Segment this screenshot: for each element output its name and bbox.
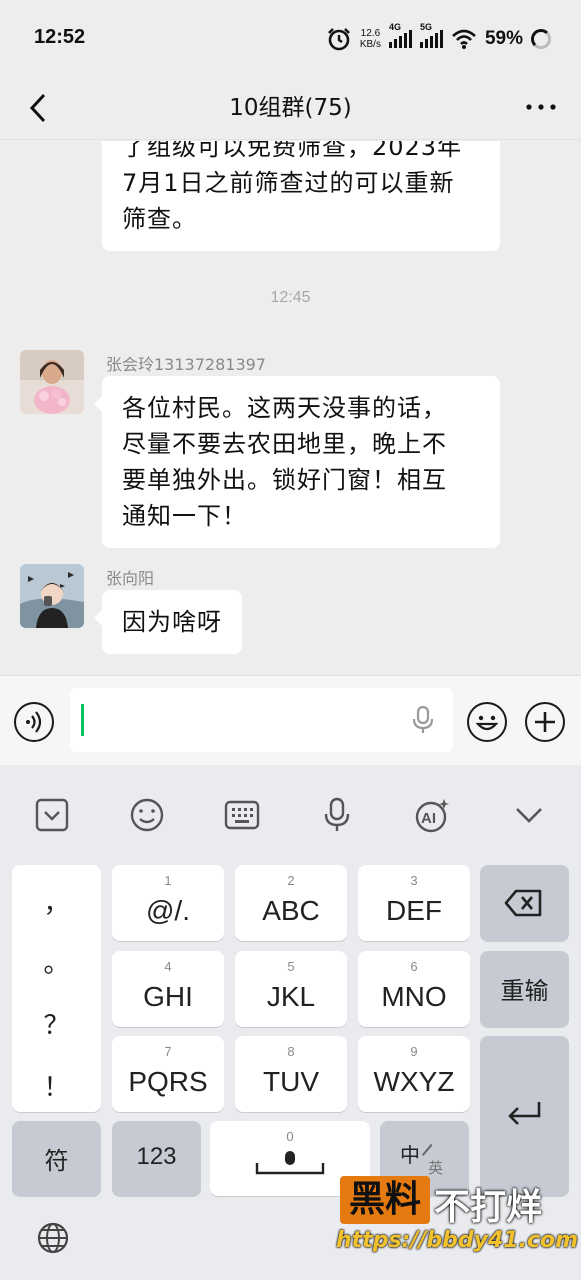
enter-key[interactable]: [480, 1036, 569, 1196]
space-mic-icon: [255, 1151, 325, 1175]
punctuation-key[interactable]: ，: [12, 883, 101, 920]
t9-key-2[interactable]: 2 ABC: [235, 865, 347, 941]
signal-4g-icon: 4G: [388, 22, 412, 48]
t9-key-5[interactable]: 5 JKL: [235, 951, 347, 1027]
sender-name: 张会玲13137281397: [106, 355, 266, 374]
status-bar: 12:52 12.6 KB/s 4G 5G 59%: [0, 0, 581, 78]
text-caret: [81, 704, 84, 736]
message-line: 7月1日之前筛查过的可以重新: [122, 169, 455, 197]
sender-name: 张向阳: [106, 569, 155, 588]
avatar[interactable]: [20, 564, 84, 628]
punctuation-key[interactable]: ？: [12, 1005, 101, 1042]
backspace-icon: [504, 889, 542, 917]
message-input[interactable]: [70, 688, 453, 752]
punctuation-key[interactable]: ！: [12, 1067, 101, 1104]
watermark-text: 不打烊: [434, 1187, 543, 1228]
t9-key-3[interactable]: 3 DEF: [358, 865, 470, 941]
more-dots-icon[interactable]: [523, 92, 559, 122]
wifi-icon: [452, 29, 476, 49]
svg-text:AI: AI: [421, 810, 436, 827]
message-line: 因为啥呀: [122, 608, 222, 636]
t9-key-8[interactable]: 8 TUV: [235, 1036, 347, 1112]
battery-level: 59%: [484, 28, 523, 49]
t9-key-7[interactable]: 7 PQRS: [112, 1036, 224, 1112]
symbol-key[interactable]: 符: [12, 1121, 101, 1196]
message-timestamp: 12:45: [270, 289, 311, 306]
alarm-icon: [327, 28, 350, 51]
enter-icon: [508, 1102, 541, 1125]
chat-header: 10组群(75): [0, 78, 581, 140]
network-speed: 12.6 KB/s: [359, 28, 381, 50]
status-icons: 12.6 KB/s 4G 5G 59%: [326, 22, 551, 54]
emoji-icon[interactable]: [127, 795, 167, 835]
emoji-icon[interactable]: [467, 702, 507, 742]
keyboard-hide-icon[interactable]: [32, 795, 72, 835]
punctuation-panel[interactable]: ， 。 ？ ！: [12, 865, 101, 1112]
message-line: 通知一下！: [122, 502, 247, 530]
status-time: 12:52: [34, 26, 86, 48]
backspace-key[interactable]: [480, 865, 569, 941]
t9-key-4[interactable]: 4 GHI: [112, 951, 224, 1027]
punctuation-key[interactable]: 。: [12, 943, 101, 980]
message-list[interactable]: 了组级可以免费筛查，2023年 7月1日之前筛查过的可以重新 筛查。 12:45…: [0, 141, 581, 675]
message-line: 要单独外出。锁好门窗！相互: [122, 466, 447, 494]
watermark-url: https://bbdy41.com: [336, 1228, 579, 1253]
avatar[interactable]: [20, 350, 84, 414]
message-bubble[interactable]: 了组级可以免费筛查，2023年 7月1日之前筛查过的可以重新 筛查。: [102, 141, 500, 251]
message-bubble[interactable]: 因为啥呀: [94, 590, 242, 654]
numbers-key[interactable]: 123: [112, 1121, 201, 1196]
voice-mode-icon[interactable]: [14, 702, 54, 742]
t9-key-6[interactable]: 6 MNO: [358, 951, 470, 1027]
watermark-logo: 黑料: [340, 1176, 430, 1224]
t9-key-1[interactable]: 1 @/.: [112, 865, 224, 941]
message-line: 尽量不要去农田地里，晚上不: [122, 430, 447, 458]
chevron-down-icon[interactable]: [509, 795, 549, 835]
chat-title: 10组群(75): [229, 95, 352, 121]
plus-icon[interactable]: [525, 702, 565, 742]
ai-icon[interactable]: AI: [412, 795, 452, 835]
message-line: 了组级可以免费筛查，2023年: [122, 141, 463, 161]
t9-key-9[interactable]: 9 WXYZ: [358, 1036, 470, 1112]
reinput-key[interactable]: 重输: [480, 951, 569, 1027]
signal-5g-icon: 5G: [419, 22, 443, 48]
globe-icon[interactable]: [36, 1221, 70, 1255]
microphone-icon[interactable]: [317, 795, 357, 835]
microphone-icon[interactable]: [411, 705, 435, 735]
battery-ring-icon: [531, 29, 551, 49]
keyboard-icon[interactable]: [222, 795, 262, 835]
message-line: 筛查。: [122, 205, 197, 233]
input-bar: [0, 675, 581, 765]
message-bubble[interactable]: 各位村民。这两天没事的话， 尽量不要去农田地里，晚上不 要单独外出。锁好门窗！相…: [94, 376, 500, 548]
message-line: 各位村民。这两天没事的话，: [122, 394, 447, 422]
